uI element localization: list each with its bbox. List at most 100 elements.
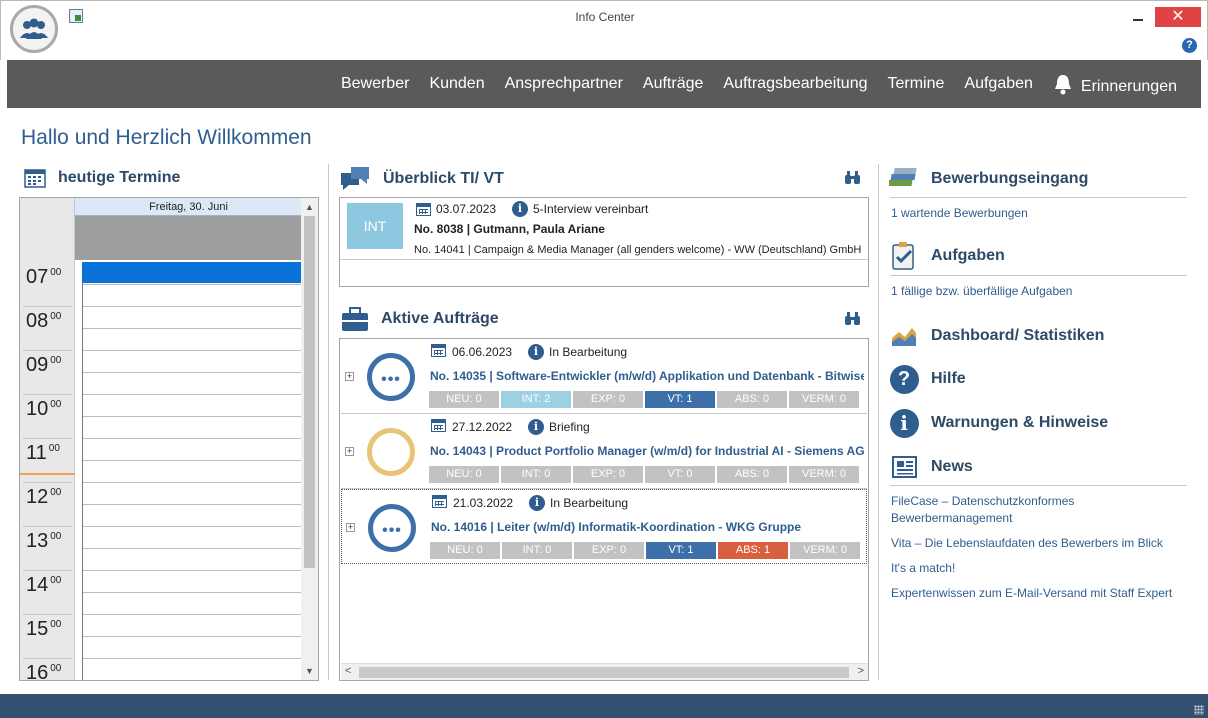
counter-badge[interactable]: VERM: 0 (789, 466, 859, 483)
counter-badge[interactable]: INT: 0 (502, 542, 572, 559)
binoculars-icon[interactable] (844, 312, 861, 326)
time-slot-divider (83, 570, 303, 571)
hour-label: 16 00 (26, 662, 61, 680)
counter-badge[interactable]: INT: 0 (501, 466, 571, 483)
page-title: Hallo und Herzlich Willkommen (21, 126, 312, 149)
counter-badge[interactable]: ABS: 0 (717, 391, 787, 408)
news-item[interactable]: FileCase – Datenschutzkonformes Bewerber… (891, 493, 1131, 527)
news-item[interactable]: It's a match! (891, 560, 1191, 577)
day-calendar[interactable]: Freitag, 30. Juni 07 00 08 00 09 00 10 00 11 00 12… (19, 197, 319, 681)
expand-icon[interactable]: + (345, 447, 354, 456)
scroll-up-icon[interactable]: ▲ (305, 202, 314, 212)
counter-badge[interactable]: VT: 0 (645, 466, 715, 483)
nav-item-ansprechpartner[interactable]: Ansprechpartner (505, 75, 623, 93)
order-row[interactable]: + 27.12.2022 i Briefing No. 14043 | Prod… (341, 414, 867, 489)
order-title[interactable]: No. 14035 | Software-Entwickler (m/w/d) … (430, 369, 864, 383)
nav-item-auftragsbearbeitung[interactable]: Auftragsbearbeitung (723, 75, 867, 93)
counter-badge[interactable]: VT: 1 (645, 391, 715, 408)
calendar-scrollbar[interactable]: ▲ ▼ (301, 198, 318, 680)
nav-item-bewerber[interactable]: Bewerber (341, 75, 409, 93)
counter-badge[interactable]: INT: 2 (501, 391, 571, 408)
order-title[interactable]: No. 14016 | Leiter (w/m/d) Informatik-Ko… (431, 520, 865, 534)
order-status: In Bearbeitung (549, 345, 628, 359)
window-title: Info Center (575, 10, 635, 24)
nav-item-kunden[interactable]: Kunden (429, 75, 484, 93)
counter-badge[interactable]: VERM: 0 (790, 542, 860, 559)
warnings-title: Warnungen & Hinweise (931, 414, 1109, 431)
applications-header[interactable]: Bewerbungseingang (889, 164, 1088, 194)
tasks-link[interactable]: 1 fällige bzw. überfällige Aufgaben (891, 283, 1191, 300)
selected-time-slot[interactable] (82, 262, 301, 283)
time-slot-divider (83, 350, 303, 351)
news-item[interactable]: Vita – Die Lebenslaufdaten des Bewerbers… (891, 535, 1191, 552)
counter-badge[interactable]: NEU: 0 (429, 391, 499, 408)
resize-grip-icon[interactable] (1194, 705, 1204, 715)
order-row[interactable]: + ••• 21.03.2022 i In Bearbeitung No. 14… (341, 489, 867, 564)
counter-badge[interactable]: EXP: 0 (574, 542, 644, 559)
nav-item-termine[interactable]: Termine (888, 75, 945, 93)
hour-divider (23, 658, 72, 659)
nav-item-auftraege[interactable]: Aufträge (643, 75, 703, 93)
divider (890, 485, 1187, 486)
calendar-icon (416, 203, 431, 216)
bell-icon (1054, 74, 1071, 94)
scrollbar-thumb[interactable] (304, 216, 315, 568)
minute-value: 00 (50, 355, 62, 366)
counter-badge[interactable]: VERM: 0 (789, 391, 859, 408)
time-slot-divider (83, 372, 303, 373)
time-slot-divider (83, 306, 303, 307)
order-date: 21.03.2022 (453, 496, 514, 510)
nav-item-erinnerungen[interactable]: Erinnerungen (1053, 73, 1177, 96)
orders-horizontal-scrollbar[interactable]: < > (341, 663, 868, 680)
time-slot-grid[interactable] (82, 262, 303, 680)
hour-label: 09 00 (26, 354, 61, 377)
overview-list[interactable]: INT 03.07.2023 i 5-Interview vereinbart … (339, 197, 869, 287)
news-item[interactable]: Expertenwissen zum E-Mail-Versand mit St… (891, 585, 1181, 602)
help-link[interactable]: ? Hilfe (889, 364, 966, 394)
scroll-down-icon[interactable]: ▼ (305, 666, 314, 676)
counter-badge[interactable]: VT: 1 (646, 542, 716, 559)
counter-badge[interactable]: EXP: 0 (573, 391, 643, 408)
divider (890, 275, 1187, 276)
scroll-left-icon[interactable]: < (345, 665, 351, 677)
nav-item-aufgaben[interactable]: Aufgaben (964, 75, 1033, 93)
counter-badge[interactable]: NEU: 0 (429, 466, 499, 483)
counter-badge[interactable]: EXP: 0 (573, 466, 643, 483)
warnings-link[interactable]: i Warnungen & Hinweise (889, 408, 1108, 438)
binoculars-icon[interactable] (844, 171, 861, 185)
all-day-area[interactable] (75, 216, 302, 260)
candidate-name[interactable]: No. 8038 | Gutmann, Paula Ariane (414, 222, 605, 236)
scroll-right-icon[interactable]: > (858, 665, 864, 677)
status-ring-icon: ••• (367, 353, 415, 401)
orders-list[interactable]: + ••• 06.06.2023 i In Bearbeitung No. 14… (339, 338, 869, 681)
scrollbar-thumb[interactable] (359, 667, 849, 678)
info-icon: i (528, 419, 544, 435)
expand-icon[interactable]: + (346, 523, 355, 532)
hour-label: 13 00 (26, 530, 61, 553)
minimize-button[interactable] (1125, 7, 1151, 27)
main-navigation: Bewerber Kunden Ansprechpartner Aufträge… (7, 60, 1201, 108)
hour-value: 12 (26, 486, 49, 508)
time-slot-divider (83, 636, 303, 637)
tasks-header[interactable]: Aufgaben (889, 241, 1005, 271)
applications-link[interactable]: 1 wartende Bewerbungen (891, 205, 1191, 222)
overview-date: 03.07.2023 (436, 202, 497, 216)
order-title[interactable]: No. 14043 | Product Portfolio Manager (w… (430, 444, 864, 458)
calendar-date-header[interactable]: Freitag, 30. Juni (75, 198, 302, 216)
ring-dots: ••• (382, 522, 402, 539)
help-icon[interactable]: ? (1182, 38, 1197, 53)
time-slot-divider (83, 592, 303, 593)
order-row[interactable]: + ••• 06.06.2023 i In Bearbeitung No. 14… (341, 339, 867, 414)
close-button[interactable]: ✕ (1155, 7, 1201, 27)
minute-value: 00 (50, 531, 62, 542)
expand-icon[interactable]: + (345, 372, 354, 381)
orders-header: Aktive Aufträge (341, 306, 499, 332)
order-counters: NEU: 0 INT: 2 EXP: 0 VT: 1 ABS: 0 VERM: 0 (429, 391, 859, 408)
dashboard-link[interactable]: Dashboard/ Statistiken (889, 321, 1104, 351)
counter-badge[interactable]: ABS: 0 (717, 466, 787, 483)
counter-badge[interactable]: ABS: 1 (718, 542, 788, 559)
counter-badge[interactable]: NEU: 0 (430, 542, 500, 559)
list-item[interactable]: INT 03.07.2023 i 5-Interview vereinbart … (340, 198, 868, 260)
hour-label: 07 00 (26, 266, 61, 289)
news-header[interactable]: News (889, 452, 973, 482)
